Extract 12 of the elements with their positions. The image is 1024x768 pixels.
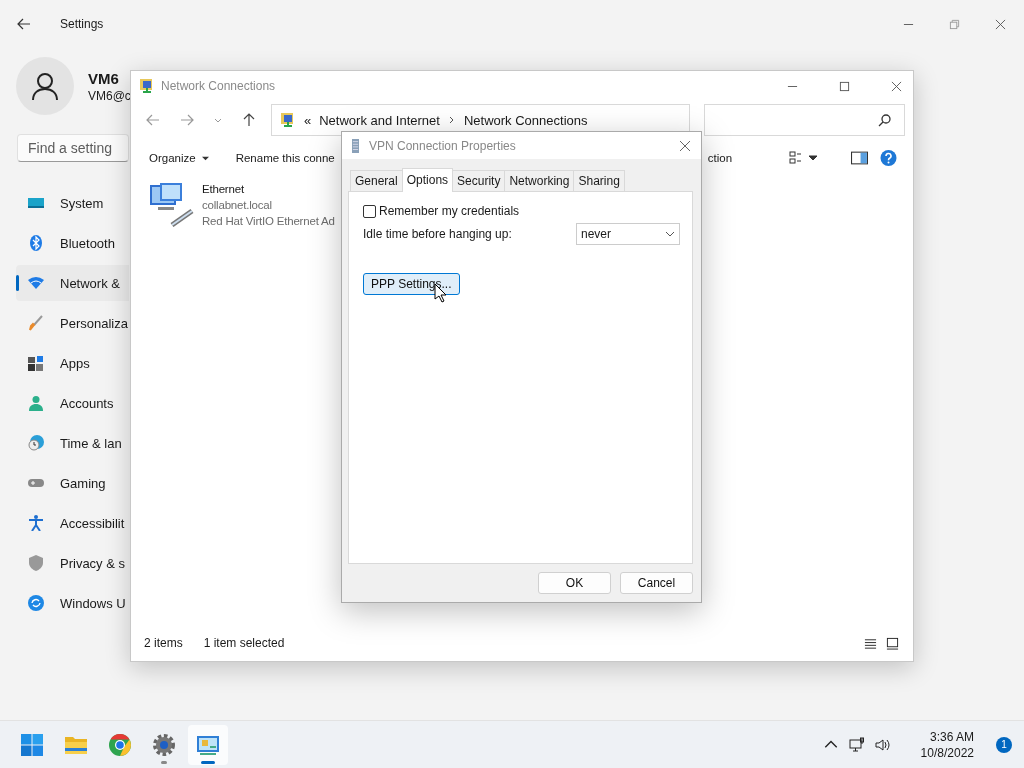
dialog-title: VPN Connection Properties [369,138,516,153]
window-title: Settings [60,17,104,31]
checkbox-label: Remember my credentials [379,204,520,218]
user-name: VM6 [88,69,120,87]
connection-detail: Red Hat VirtIO Ethernet Ad [202,214,335,229]
field-label: Idle time before hanging up: [363,227,512,241]
window-title: Network Connections [161,79,276,93]
connection-name: Ethernet [202,182,245,197]
status-text: 2 items [144,636,183,650]
user-email: VM6@c [88,88,131,103]
status-text: 1 item selected [203,636,285,650]
connection-detail: collabnet.local [202,198,273,213]
